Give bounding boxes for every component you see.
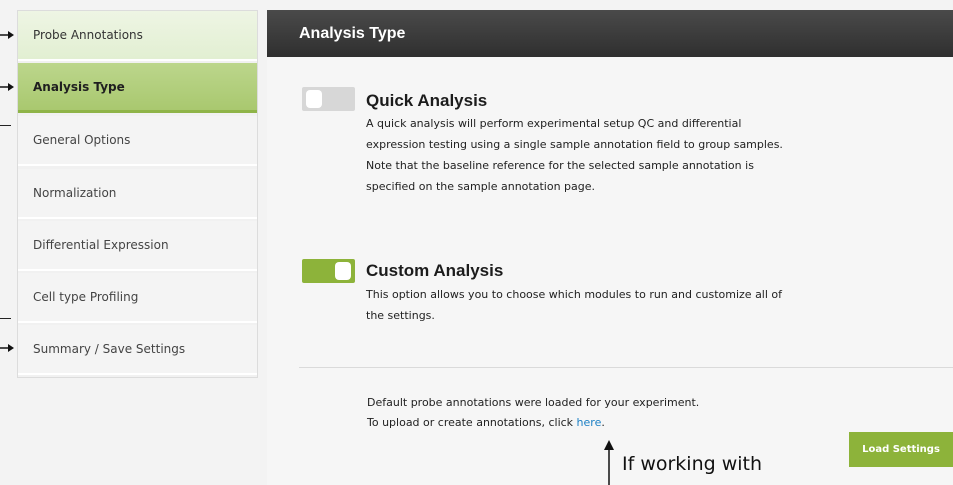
sidebar-item-general-options[interactable]: General Options xyxy=(18,116,257,166)
sidebar-item-label: Cell type Profiling xyxy=(33,290,139,304)
quick-analysis-description: A quick analysis will perform experiment… xyxy=(366,113,846,197)
analysis-type-panel: Analysis Type Quick Analysis A quick ana… xyxy=(267,10,953,485)
page: Probe Annotations Analysis Type General … xyxy=(0,0,953,485)
annotation-line xyxy=(0,125,11,126)
sidebar-item-label: Probe Annotations xyxy=(33,28,143,42)
panel-header: Analysis Type xyxy=(267,10,953,57)
description-line: Note that the baseline reference for the… xyxy=(366,159,754,172)
sidebar-item-analysis-type[interactable]: Analysis Type xyxy=(18,63,257,113)
sidebar-item-probe-annotations[interactable]: Probe Annotations xyxy=(18,11,257,61)
description-line: A quick analysis will perform experiment… xyxy=(366,117,742,130)
sidebar-item-cell-type-profiling[interactable]: Cell type Profiling xyxy=(18,273,257,323)
toggle-knob xyxy=(335,262,351,280)
pointer-arrow-icon xyxy=(0,344,14,352)
sidebar-item-summary-save-settings[interactable]: Summary / Save Settings xyxy=(18,325,257,375)
description-line: the settings. xyxy=(366,309,435,322)
description-line: This option allows you to choose which m… xyxy=(366,288,783,301)
quick-analysis-title: Quick Analysis xyxy=(366,91,488,110)
sidebar-item-label: Summary / Save Settings xyxy=(33,342,186,356)
sidebar-item-normalization[interactable]: Normalization xyxy=(18,169,257,219)
upload-annotations-link[interactable]: here xyxy=(577,416,602,429)
panel-title: Analysis Type xyxy=(299,24,406,42)
custom-analysis-title: Custom Analysis xyxy=(366,261,504,280)
load-settings-button[interactable]: Load Settings xyxy=(849,432,953,467)
pointer-arrow-icon xyxy=(0,31,14,39)
sidebar-item-label: Differential Expression xyxy=(33,238,169,252)
sidebar-item-label: Normalization xyxy=(33,186,117,200)
probe-annotation-notice: Default probe annotations were loaded fo… xyxy=(367,393,699,433)
sidebar-item-label: General Options xyxy=(33,133,131,147)
description-line: specified on the sample annotation page. xyxy=(366,180,596,193)
notice-line: Default probe annotations were loaded fo… xyxy=(367,396,700,409)
annotation-line xyxy=(0,318,11,319)
notice-line: To upload or create annotations, click h… xyxy=(367,413,699,433)
custom-analysis-description: This option allows you to choose which m… xyxy=(366,284,846,326)
custom-analysis-toggle[interactable] xyxy=(302,259,355,283)
annotation-callout-text: If working with xyxy=(622,453,763,475)
pointer-arrow-icon xyxy=(0,83,14,91)
notice-prefix: To upload or create annotations, click xyxy=(367,416,577,429)
sidebar-item-label: Analysis Type xyxy=(33,79,125,94)
section-divider xyxy=(299,367,953,368)
sidebar-nav: Probe Annotations Analysis Type General … xyxy=(17,10,258,378)
callout-arrow-icon xyxy=(604,440,614,485)
description-line: expression testing using a single sample… xyxy=(366,138,783,151)
quick-analysis-toggle[interactable] xyxy=(302,87,355,111)
toggle-knob xyxy=(306,90,322,108)
notice-suffix: . xyxy=(601,416,605,429)
sidebar-item-differential-expression[interactable]: Differential Expression xyxy=(18,221,257,271)
